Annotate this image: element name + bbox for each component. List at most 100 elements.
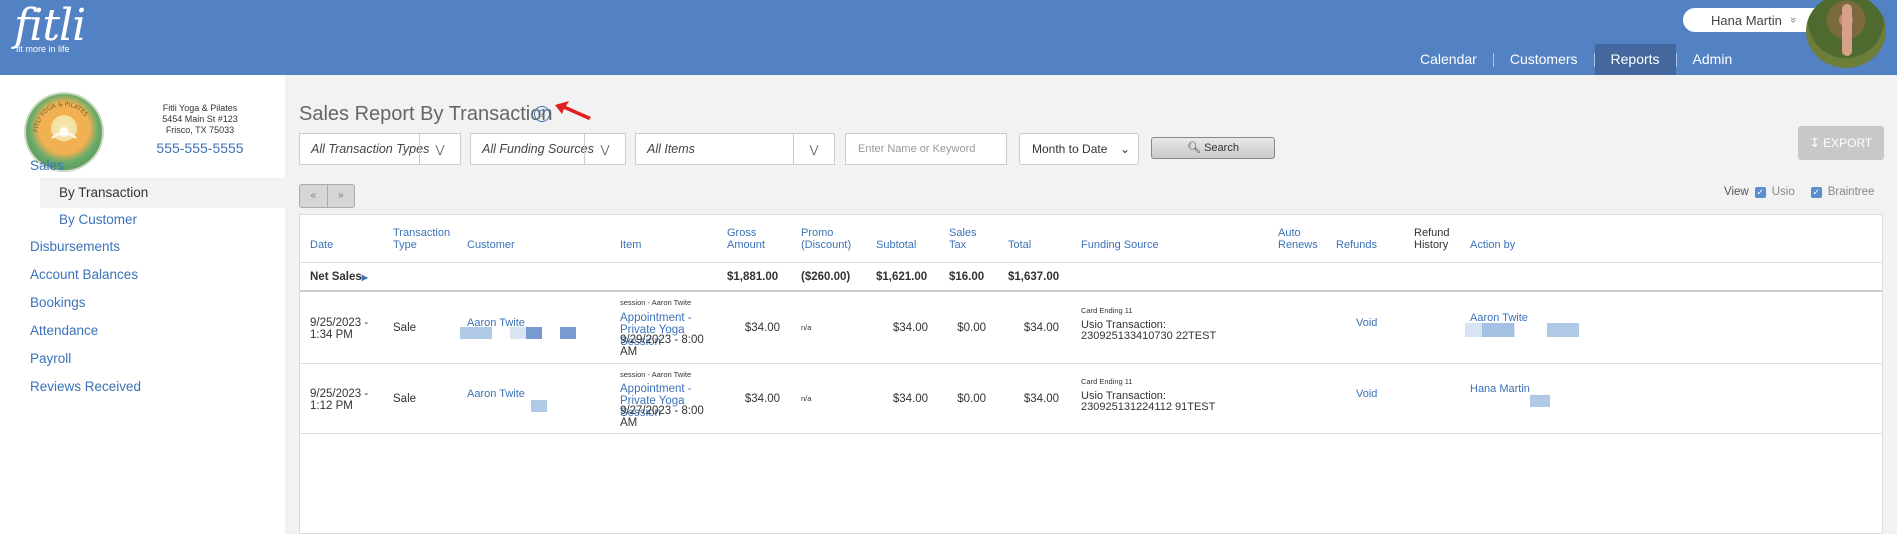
- items-value: All Items: [647, 142, 695, 156]
- nav-calendar[interactable]: Calendar: [1404, 44, 1493, 75]
- transaction-types-select[interactable]: All Transaction Types ⋁: [299, 133, 461, 165]
- redacted-block: [1547, 323, 1579, 337]
- divider: [300, 262, 1882, 263]
- col-subtotal[interactable]: Subtotal: [876, 239, 916, 251]
- sidebar-item-by-transaction[interactable]: By Transaction: [40, 178, 285, 208]
- col-transaction-type[interactable]: Transaction Type: [393, 227, 453, 251]
- studio-name: Fitli Yoga & Pilates: [162, 103, 238, 113]
- braintree-checkbox[interactable]: ✓: [1810, 186, 1822, 198]
- redacted-block: [1530, 395, 1550, 407]
- download-icon: ↧: [1809, 136, 1820, 150]
- col-sales-tax[interactable]: Sales Tax: [949, 227, 979, 251]
- studio-address: Fitli Yoga & Pilates 5454 Main St #123 F…: [140, 103, 260, 156]
- col-action-by[interactable]: Action by: [1470, 239, 1515, 251]
- export-label: EXPORT: [1823, 136, 1873, 150]
- nav-reports[interactable]: Reports: [1594, 44, 1676, 75]
- chevron-down-icon: ⋁: [419, 134, 460, 164]
- col-total[interactable]: Total: [1008, 239, 1031, 251]
- next-page-button[interactable]: »: [328, 185, 355, 207]
- sidebar-item-payroll[interactable]: Payroll: [30, 351, 71, 366]
- sidebar-item-disbursements[interactable]: Disbursements: [30, 239, 120, 254]
- row-funding-card: Card Ending 11: [1081, 306, 1133, 315]
- col-promo[interactable]: Promo (Discount): [801, 227, 851, 251]
- row-gross: $34.00: [744, 322, 780, 334]
- row-item-date: 9/27/2023 - 8:00 AM: [620, 405, 704, 429]
- export-button[interactable]: ↧ EXPORT: [1798, 126, 1884, 160]
- row-date: 9/25/2023 - 1:34 PM: [310, 317, 369, 341]
- col-gross-amount[interactable]: Gross Amount: [727, 227, 777, 251]
- redacted-block: [510, 327, 526, 339]
- search-icon: 🔍︎: [1187, 142, 1202, 154]
- annotation-arrow-icon: [555, 101, 591, 120]
- main-nav: Calendar Customers Reports Admin: [1404, 44, 1748, 75]
- col-date[interactable]: Date: [310, 239, 333, 251]
- row-item-detail: session - Aaron Twite: [620, 370, 692, 379]
- pager: « »: [299, 184, 355, 208]
- sidebar-item-reviews-received[interactable]: Reviews Received: [30, 379, 141, 394]
- divider: [300, 290, 1882, 292]
- sidebar-item-sales[interactable]: Sales: [30, 158, 64, 173]
- transactions-table: Date Transaction Type Customer Item Gros…: [299, 214, 1883, 534]
- divider: [300, 433, 1882, 434]
- nav-customers[interactable]: Customers: [1494, 44, 1594, 75]
- usio-checkbox[interactable]: ✓: [1754, 186, 1766, 198]
- row-type: Sale: [393, 393, 417, 405]
- sidebar: FITLI YOGA & PILATES Fitli Yoga & Pilate…: [0, 75, 285, 534]
- net-sales-toggle[interactable]: Net Sales▶: [310, 271, 368, 284]
- net-sales-label: Net Sales: [310, 271, 362, 283]
- net-sales-promo: ($260.00): [801, 271, 851, 283]
- row-funding-card: Card Ending 11: [1081, 377, 1133, 386]
- col-auto-renews[interactable]: Auto Renews: [1278, 227, 1318, 251]
- row-total: $34.00: [1023, 393, 1059, 405]
- period-value: Month to Date: [1032, 142, 1108, 156]
- page-title: Sales Report By Transaction: [299, 103, 553, 125]
- net-sales-subtotal: $1,621.00: [876, 271, 928, 283]
- prev-page-button[interactable]: «: [300, 185, 328, 207]
- row-gross: $34.00: [744, 393, 780, 405]
- funding-sources-select[interactable]: All Funding Sources ⋁: [470, 133, 626, 165]
- sidebar-item-attendance[interactable]: Attendance: [30, 323, 98, 338]
- view-label: View: [1724, 186, 1749, 198]
- row-type: Sale: [393, 322, 417, 334]
- row-promo: n/a: [801, 394, 812, 403]
- studio-street: 5454 Main St #123: [162, 114, 238, 124]
- search-label: Search: [1204, 142, 1239, 154]
- braintree-label: Braintree: [1827, 186, 1875, 198]
- items-select[interactable]: All Items ⋁: [635, 133, 835, 165]
- row-promo: n/a: [801, 323, 812, 332]
- sidebar-item-account-balances[interactable]: Account Balances: [30, 267, 138, 282]
- search-button[interactable]: 🔍︎ Search: [1151, 137, 1275, 159]
- row-tax: $0.00: [957, 393, 986, 405]
- fitli-logo[interactable]: fitli fit more in life: [14, 0, 86, 55]
- sidebar-item-bookings[interactable]: Bookings: [30, 295, 86, 310]
- row-item-date: 9/29/2023 - 8:00 AM: [620, 334, 704, 358]
- row-total: $34.00: [1023, 322, 1059, 334]
- row-action-by-link[interactable]: Hana Martin: [1470, 383, 1530, 395]
- divider: [300, 363, 1882, 364]
- avatar-figure: [1842, 4, 1852, 56]
- keyword-input[interactable]: Enter Name or Keyword: [845, 133, 1007, 165]
- top-bar: fitli fit more in life Hana Martin » Cal…: [0, 0, 1897, 75]
- col-item[interactable]: Item: [620, 239, 641, 251]
- row-customer-link[interactable]: Aaron Twite: [467, 388, 525, 400]
- redacted-block: [560, 327, 576, 339]
- logo-text: fitli: [14, 0, 86, 51]
- sidebar-item-by-customer[interactable]: By Customer: [40, 205, 285, 235]
- row-void-link[interactable]: Void: [1356, 317, 1377, 329]
- avatar[interactable]: [1806, 0, 1886, 68]
- main-content: Sales Report By Transaction ? All Transa…: [285, 75, 1897, 534]
- row-funding-id: 230925133410730 22TEST: [1081, 330, 1217, 342]
- col-customer[interactable]: Customer: [467, 239, 515, 251]
- col-funding-source[interactable]: Funding Source: [1081, 239, 1159, 251]
- help-icon[interactable]: ?: [534, 106, 550, 122]
- svg-text:FITLI YOGA & PILATES: FITLI YOGA & PILATES: [33, 101, 89, 132]
- col-refunds[interactable]: Refunds: [1336, 239, 1377, 251]
- view-toggle: View ✓ Usio ✓ Braintree: [1724, 186, 1884, 198]
- row-void-link[interactable]: Void: [1356, 388, 1377, 400]
- nav-admin[interactable]: Admin: [1677, 44, 1749, 75]
- user-name: Hana Martin: [1711, 12, 1782, 28]
- row-date: 9/25/2023 - 1:12 PM: [310, 388, 369, 412]
- net-sales-gross: $1,881.00: [727, 271, 779, 283]
- studio-phone[interactable]: 555-555-5555: [140, 140, 260, 156]
- period-select[interactable]: Month to Date ⌄: [1019, 133, 1139, 165]
